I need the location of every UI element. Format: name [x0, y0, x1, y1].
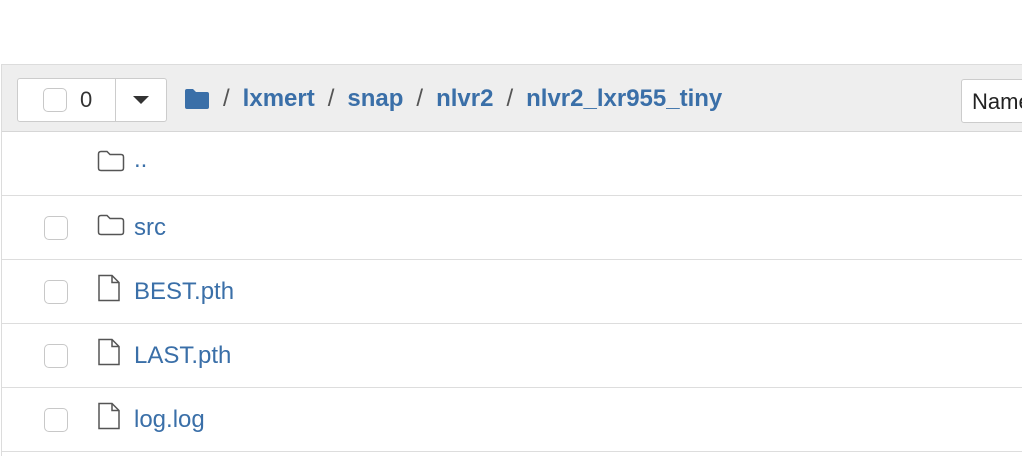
folder-outline-icon	[97, 214, 125, 241]
breadcrumb-separator: /	[506, 85, 514, 112]
list-item[interactable]: src	[2, 196, 1022, 260]
breadcrumb-item-nlvr2[interactable]: nlvr2	[436, 85, 493, 113]
file-browser-panel: 0 / lxmert / snap / nlvr2 / nlvr2_lxr955…	[1, 64, 1022, 456]
breadcrumb-separator: /	[327, 85, 335, 112]
list-item[interactable]: LAST.pth	[2, 324, 1022, 388]
file-icon	[97, 274, 121, 307]
row-checkbox[interactable]	[44, 280, 68, 304]
list-item[interactable]: ..	[2, 132, 1022, 196]
select-menu-button[interactable]	[116, 79, 166, 121]
list-item[interactable]: log.log	[2, 388, 1022, 452]
row-checkbox[interactable]	[44, 216, 68, 240]
select-all-dropdown[interactable]: 0	[17, 78, 167, 122]
breadcrumb-separator: /	[223, 85, 230, 112]
sort-dropdown[interactable]: Name	[961, 79, 1022, 123]
breadcrumb-separator: /	[416, 85, 424, 112]
select-all-checkbox[interactable]	[43, 88, 67, 112]
file-link[interactable]: LAST.pth	[134, 342, 231, 370]
row-checkbox[interactable]	[44, 344, 68, 368]
file-link[interactable]: BEST.pth	[134, 278, 234, 306]
folder-icon[interactable]	[184, 88, 210, 110]
select-all-toggle[interactable]: 0	[18, 79, 116, 121]
file-icon	[97, 338, 121, 371]
row-checkbox[interactable]	[44, 408, 68, 432]
file-link[interactable]: src	[134, 214, 166, 242]
folder-outline-icon	[97, 150, 125, 177]
file-link[interactable]: log.log	[134, 406, 205, 434]
file-browser-header: 0 / lxmert / snap / nlvr2 / nlvr2_lxr955…	[2, 65, 1022, 132]
list-item[interactable]: BEST.pth	[2, 260, 1022, 324]
breadcrumb: / lxmert / snap / nlvr2 / nlvr2_lxr955_t…	[184, 83, 722, 115]
file-link[interactable]: ..	[134, 146, 147, 174]
breadcrumb-item-current[interactable]: nlvr2_lxr955_tiny	[526, 85, 722, 113]
selected-count: 0	[80, 87, 93, 112]
file-icon	[97, 402, 121, 435]
breadcrumb-item-lxmert[interactable]: lxmert	[243, 85, 315, 113]
breadcrumb-item-snap[interactable]: snap	[347, 85, 403, 113]
chevron-down-icon	[133, 96, 149, 104]
